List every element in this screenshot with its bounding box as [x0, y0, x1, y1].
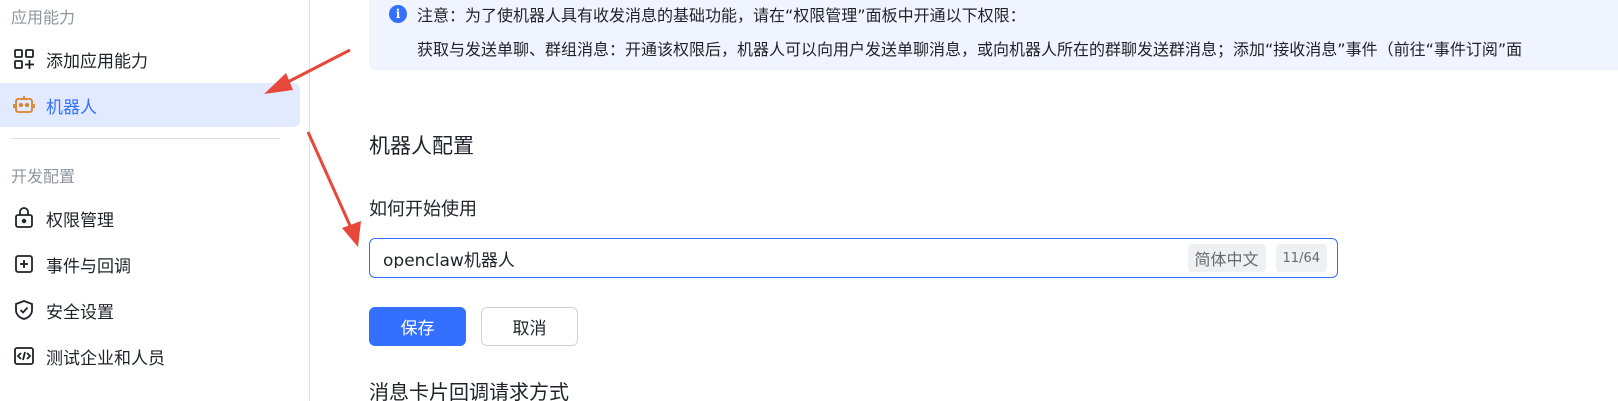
- section-title-app-capabilities: 应用能力: [11, 8, 76, 27]
- lock-icon: [12, 206, 36, 230]
- sidebar-item-permissions[interactable]: 权限管理: [0, 196, 300, 240]
- sidebar-item-security[interactable]: 安全设置: [0, 288, 300, 332]
- char-counter: 11/64: [1275, 244, 1327, 272]
- sidebar-item-robot[interactable]: 机器人: [0, 83, 300, 127]
- sidebar-item-add-capability[interactable]: 添加应用能力: [0, 37, 300, 81]
- robot-name-field[interactable]: 简体中文 11/64: [369, 238, 1338, 278]
- sidebar-item-events-callbacks[interactable]: 事件与回调: [0, 242, 300, 286]
- permission-notice: i 注意：为了使机器人具有收发消息的基础功能，请在“权限管理”面板中开通以下权限…: [369, 0, 1618, 70]
- add-capability-icon: [12, 47, 36, 71]
- notice-text-2: 获取与发送单聊、群组消息：开通该权限后，机器人可以向用户发送单聊消息，或向机器人…: [417, 40, 1523, 59]
- sidebar-item-label: 添加应用能力: [46, 51, 148, 72]
- sidebar-item-label: 权限管理: [46, 210, 114, 231]
- notice-row-1: i 注意：为了使机器人具有收发消息的基础功能，请在“权限管理”面板中开通以下权限…: [389, 2, 1618, 26]
- sidebar-item-label: 事件与回调: [46, 256, 131, 277]
- code-icon: [12, 344, 36, 368]
- section-title-robot-config: 机器人配置: [369, 134, 474, 158]
- section-title-dev-config: 开发配置: [11, 167, 76, 186]
- main-content: i 注意：为了使机器人具有收发消息的基础功能，请在“权限管理”面板中开通以下权限…: [311, 0, 1618, 401]
- sidebar-item-label: 机器人: [46, 97, 97, 118]
- language-tag[interactable]: 简体中文: [1187, 244, 1266, 272]
- save-button[interactable]: 保存: [369, 307, 466, 346]
- notice-row-2: 获取与发送单聊、群组消息：开通该权限后，机器人可以向用户发送单聊消息，或向机器人…: [389, 36, 1618, 60]
- sidebar-item-test-enterprise[interactable]: 测试企业和人员: [0, 334, 300, 378]
- cancel-button[interactable]: 取消: [481, 307, 578, 346]
- page: 应用能力 添加应用能力 机器人 开发配置 权限管理 事件与回调 安全设置 测试企…: [0, 0, 1618, 401]
- event-icon: [12, 252, 36, 276]
- sidebar: 应用能力 添加应用能力 机器人 开发配置 权限管理 事件与回调 安全设置 测试企…: [0, 0, 310, 401]
- robot-icon: [12, 93, 36, 117]
- info-icon: i: [389, 5, 407, 23]
- sidebar-divider: [10, 138, 280, 139]
- sidebar-item-label: 安全设置: [46, 302, 114, 323]
- robot-name-input[interactable]: [383, 248, 1188, 268]
- section-title-card-callback: 消息卡片回调请求方式: [369, 380, 569, 401]
- field-label-how-to-start: 如何开始使用: [369, 199, 477, 220]
- notice-text-1: 注意：为了使机器人具有收发消息的基础功能，请在“权限管理”面板中开通以下权限：: [417, 6, 1026, 25]
- sidebar-item-label: 测试企业和人员: [46, 348, 165, 369]
- shield-icon: [12, 298, 36, 322]
